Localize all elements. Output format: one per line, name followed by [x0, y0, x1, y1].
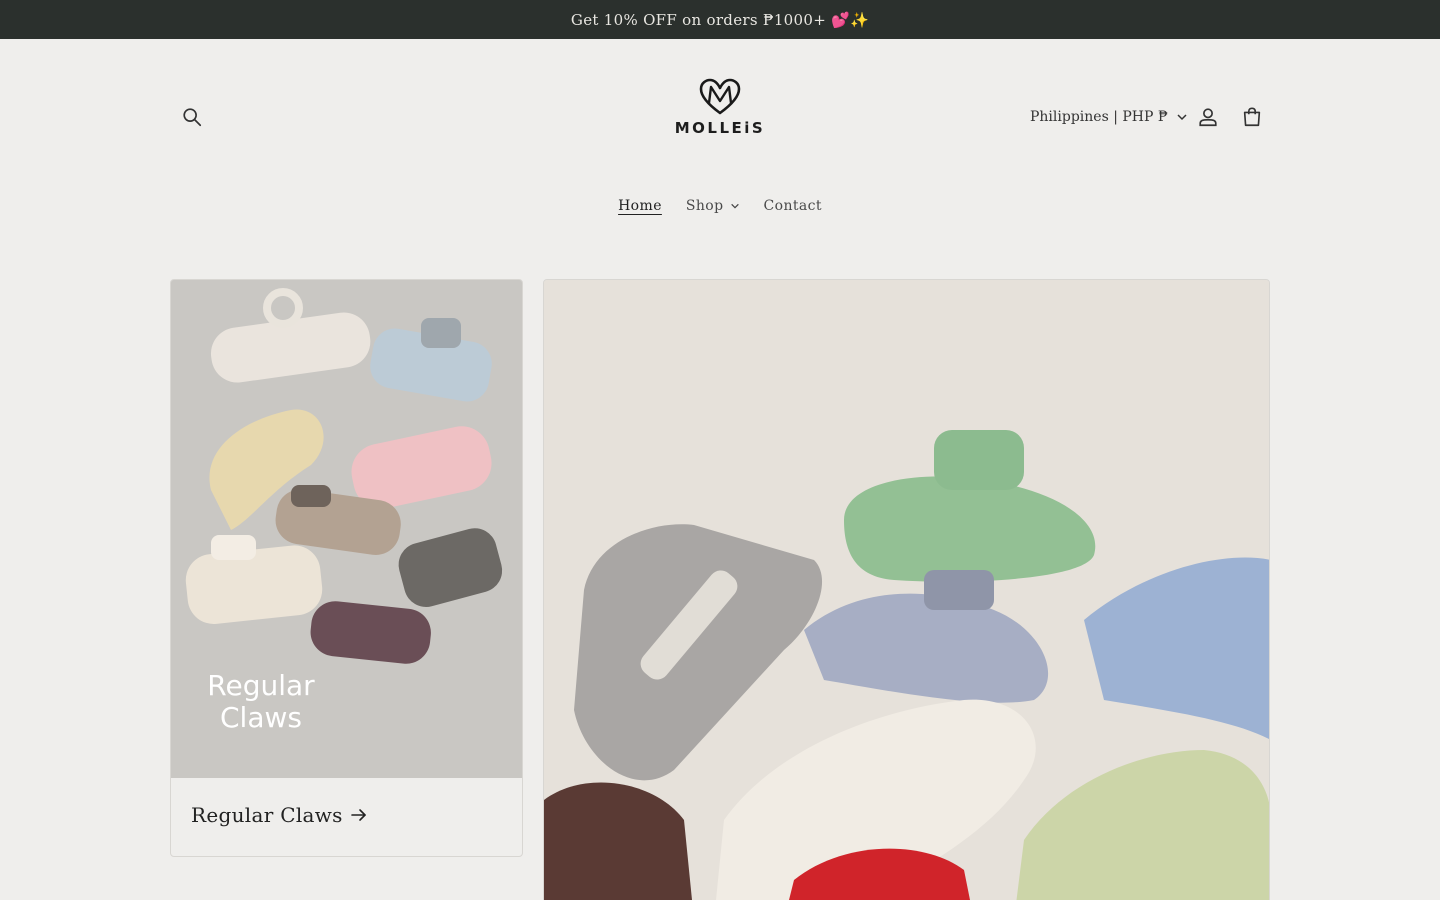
- nav-item-home[interactable]: Home: [606, 194, 674, 218]
- cart-icon: [1243, 107, 1261, 127]
- site-header: MOLLEiS Philippines | PHP ₱ Home Shop Co…: [0, 39, 1440, 239]
- search-icon: [183, 108, 202, 127]
- nav-contact-label: Contact: [763, 198, 822, 214]
- collection-image-overlay-text: Regular Claws: [201, 670, 321, 734]
- announcement-bar: Get 10% OFF on orders ₱1000+ 💕✨: [0, 0, 1440, 39]
- account-icon: [1199, 108, 1217, 127]
- logo-wordmark: MOLLEiS: [674, 119, 766, 137]
- featured-claws-photo: [544, 280, 1269, 900]
- overlay-line-1: Regular: [207, 669, 315, 702]
- collection-link-regular-claws[interactable]: Regular Claws: [191, 803, 367, 827]
- collection-card-regular-claws[interactable]: Regular Claws Regular Claws: [170, 279, 523, 857]
- main-navigation: Home Shop Contact: [0, 194, 1440, 218]
- nav-item-contact[interactable]: Contact: [752, 194, 834, 218]
- nav-shop-label: Shop: [685, 198, 724, 214]
- collection-image-regular-claws: Regular Claws: [171, 280, 522, 778]
- country-currency-selector[interactable]: Philippines | PHP ₱: [1030, 105, 1188, 129]
- cart-button[interactable]: [1232, 97, 1272, 137]
- chevron-down-icon: [1177, 114, 1187, 121]
- nav-home-label: Home: [618, 198, 662, 214]
- site-logo[interactable]: MOLLEiS: [670, 77, 770, 147]
- nav-item-shop[interactable]: Shop: [674, 194, 752, 218]
- overlay-line-2: Claws: [220, 701, 302, 734]
- collection-title: Regular Claws: [191, 803, 343, 827]
- arrow-right-icon: [350, 809, 366, 821]
- chevron-down-icon: [730, 203, 739, 209]
- account-button[interactable]: [1188, 97, 1228, 137]
- search-button[interactable]: [172, 97, 212, 137]
- announcement-text: Get 10% OFF on orders ₱1000+ 💕✨: [570, 10, 870, 29]
- featured-collection-card[interactable]: [543, 279, 1270, 900]
- locale-label: Philippines | PHP ₱: [1030, 109, 1168, 125]
- logo-heart-icon: [699, 78, 741, 115]
